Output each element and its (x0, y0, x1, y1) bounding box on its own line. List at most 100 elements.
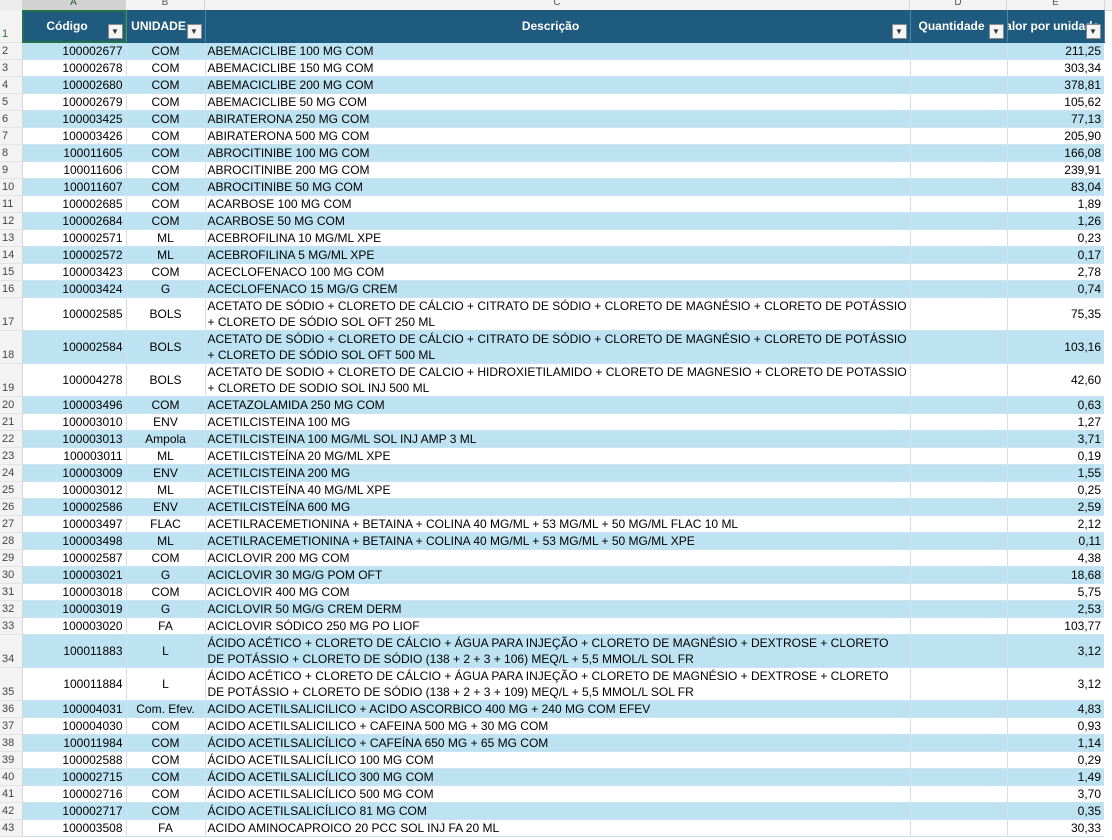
cell-valor[interactable]: 378,81 (1007, 76, 1104, 94)
cell-codigo[interactable]: 100003011 (22, 447, 127, 465)
row-number[interactable]: 31 (0, 583, 23, 601)
cell-unidade[interactable]: COM (126, 734, 206, 752)
row-number[interactable]: 36 (0, 700, 23, 718)
filter-dropdown-icon[interactable]: ▼ (891, 24, 907, 39)
cell-unidade[interactable]: COM (126, 127, 206, 145)
cell-descricao[interactable]: ÁCIDO ACETILSALICÍLICO 100 MG COM (205, 751, 911, 769)
cell-valor[interactable]: 1,26 (1007, 212, 1104, 230)
cell-quantidade[interactable] (910, 144, 1008, 162)
cell-unidade[interactable]: L (126, 634, 206, 668)
cell-codigo[interactable]: 100003013 (22, 430, 127, 448)
cell-codigo[interactable]: 100003019 (22, 600, 127, 618)
cell-codigo[interactable]: 100003018 (22, 583, 127, 601)
row-number[interactable]: 41 (0, 785, 23, 803)
cell-unidade[interactable]: COM (126, 144, 206, 162)
cell-codigo[interactable]: 100002715 (22, 768, 127, 786)
cell-codigo[interactable]: 100002586 (22, 498, 127, 516)
cell-quantidade[interactable] (910, 195, 1008, 213)
cell-quantidade[interactable] (910, 802, 1008, 820)
cell-quantidade[interactable] (910, 447, 1008, 465)
cell-descricao[interactable]: ÁCIDO ACETILSALICÍLICO 81 MG COM (205, 802, 911, 820)
cell-descricao[interactable]: ACETATO DE SODIO + CLORETO DE CALCIO + H… (205, 363, 911, 397)
cell-codigo[interactable]: 100002585 (22, 297, 127, 331)
cell-descricao[interactable]: ACETATO DE SÓDIO + CLORETO DE CÁLCIO + C… (205, 330, 911, 364)
cell-valor[interactable]: 0,93 (1007, 717, 1104, 735)
cell-unidade[interactable]: COM (126, 396, 206, 414)
column-letter-e[interactable]: E (1007, 0, 1105, 10)
cell-valor[interactable]: 4,38 (1007, 549, 1104, 567)
cell-quantidade[interactable] (910, 734, 1008, 752)
cell-quantidade[interactable] (910, 263, 1008, 281)
cell-unidade[interactable]: COM (126, 161, 206, 179)
cell-codigo[interactable]: 100011605 (22, 144, 127, 162)
cell-unidade[interactable]: ML (126, 229, 206, 247)
cell-codigo[interactable]: 100004030 (22, 717, 127, 735)
cell-codigo[interactable]: 100002584 (22, 330, 127, 364)
cell-descricao[interactable]: ACIDO ACETILSALICILICO + CAFEINA 500 MG … (205, 717, 911, 735)
cell-valor[interactable]: 1,49 (1007, 768, 1104, 786)
cell-quantidade[interactable] (910, 396, 1008, 414)
cell-valor[interactable]: 18,68 (1007, 566, 1104, 584)
filter-dropdown-icon[interactable]: ▼ (988, 24, 1004, 39)
row-number[interactable]: 30 (0, 566, 23, 584)
cell-unidade[interactable]: FA (126, 819, 206, 837)
cell-quantidade[interactable] (910, 76, 1008, 94)
cell-descricao[interactable]: ABEMACICLIBE 100 MG COM (205, 42, 911, 60)
cell-descricao[interactable]: ABROCITINIBE 200 MG COM (205, 161, 911, 179)
cell-valor[interactable]: 30,33 (1007, 819, 1104, 837)
cell-quantidade[interactable] (910, 768, 1008, 786)
cell-quantidade[interactable] (910, 59, 1008, 77)
row-number[interactable]: 3 (0, 59, 23, 77)
cell-codigo[interactable]: 100002716 (22, 785, 127, 803)
cell-unidade[interactable]: COM (126, 549, 206, 567)
filter-dropdown-icon[interactable]: ▼ (1085, 24, 1101, 39)
cell-valor[interactable]: 0,29 (1007, 751, 1104, 769)
cell-quantidade[interactable] (910, 634, 1008, 668)
cell-quantidade[interactable] (910, 498, 1008, 516)
cell-valor[interactable]: 1,27 (1007, 413, 1104, 431)
row-number[interactable]: 14 (0, 246, 23, 264)
filter-dropdown-icon[interactable]: ▼ (186, 24, 202, 39)
cell-codigo[interactable]: 100002679 (22, 93, 127, 111)
cell-quantidade[interactable] (910, 93, 1008, 111)
row-number[interactable]: 21 (0, 413, 23, 431)
cell-codigo[interactable]: 100011883 (22, 634, 127, 668)
cell-descricao[interactable]: ABEMACICLIBE 200 MG COM (205, 76, 911, 94)
row-number[interactable]: 39 (0, 751, 23, 769)
cell-codigo[interactable]: 100002572 (22, 246, 127, 264)
cell-codigo[interactable]: 100003021 (22, 566, 127, 584)
cell-codigo[interactable]: 100011606 (22, 161, 127, 179)
cell-unidade[interactable]: COM (126, 802, 206, 820)
cell-descricao[interactable]: ACETILRACEMETIONINA + BETAINA + COLINA 4… (205, 532, 911, 550)
row-number[interactable]: 38 (0, 734, 23, 752)
row-number[interactable]: 27 (0, 515, 23, 533)
cell-quantidade[interactable] (910, 212, 1008, 230)
cell-descricao[interactable]: ACICLOVIR 200 MG COM (205, 549, 911, 567)
cell-descricao[interactable]: ABIRATERONA 250 MG COM (205, 110, 911, 128)
filter-dropdown-icon[interactable]: ▼ (107, 24, 123, 39)
row-number[interactable]: 23 (0, 447, 23, 465)
cell-descricao[interactable]: ACICLOVIR 30 MG/G POM OFT (205, 566, 911, 584)
cell-codigo[interactable]: 100003020 (22, 617, 127, 635)
cell-quantidade[interactable] (910, 178, 1008, 196)
cell-valor[interactable]: 3,12 (1007, 667, 1104, 701)
header-valor[interactable]: Valor por unidade ▼ (1007, 10, 1105, 43)
cell-descricao[interactable]: ACECLOFENACO 15 MG/G CREM (205, 280, 911, 298)
cell-codigo[interactable]: 100003424 (22, 280, 127, 298)
cell-valor[interactable]: 0,74 (1007, 280, 1104, 298)
cell-quantidade[interactable] (910, 751, 1008, 769)
select-all-corner[interactable] (0, 0, 22, 10)
column-letter-d[interactable]: D (910, 0, 1007, 10)
cell-valor[interactable]: 3,12 (1007, 634, 1104, 668)
row-number[interactable]: 20 (0, 396, 23, 414)
cell-valor[interactable]: 1,14 (1007, 734, 1104, 752)
cell-codigo[interactable]: 100002571 (22, 229, 127, 247)
cell-descricao[interactable]: ACETILCISTEINA 200 MG (205, 464, 911, 482)
cell-valor[interactable]: 1,89 (1007, 195, 1104, 213)
cell-descricao[interactable]: ACEBROFILINA 10 MG/ML XPE (205, 229, 911, 247)
cell-quantidade[interactable] (910, 363, 1008, 397)
cell-quantidade[interactable] (910, 717, 1008, 735)
cell-unidade[interactable]: G (126, 566, 206, 584)
row-number[interactable]: 13 (0, 229, 23, 247)
cell-valor[interactable]: 5,75 (1007, 583, 1104, 601)
